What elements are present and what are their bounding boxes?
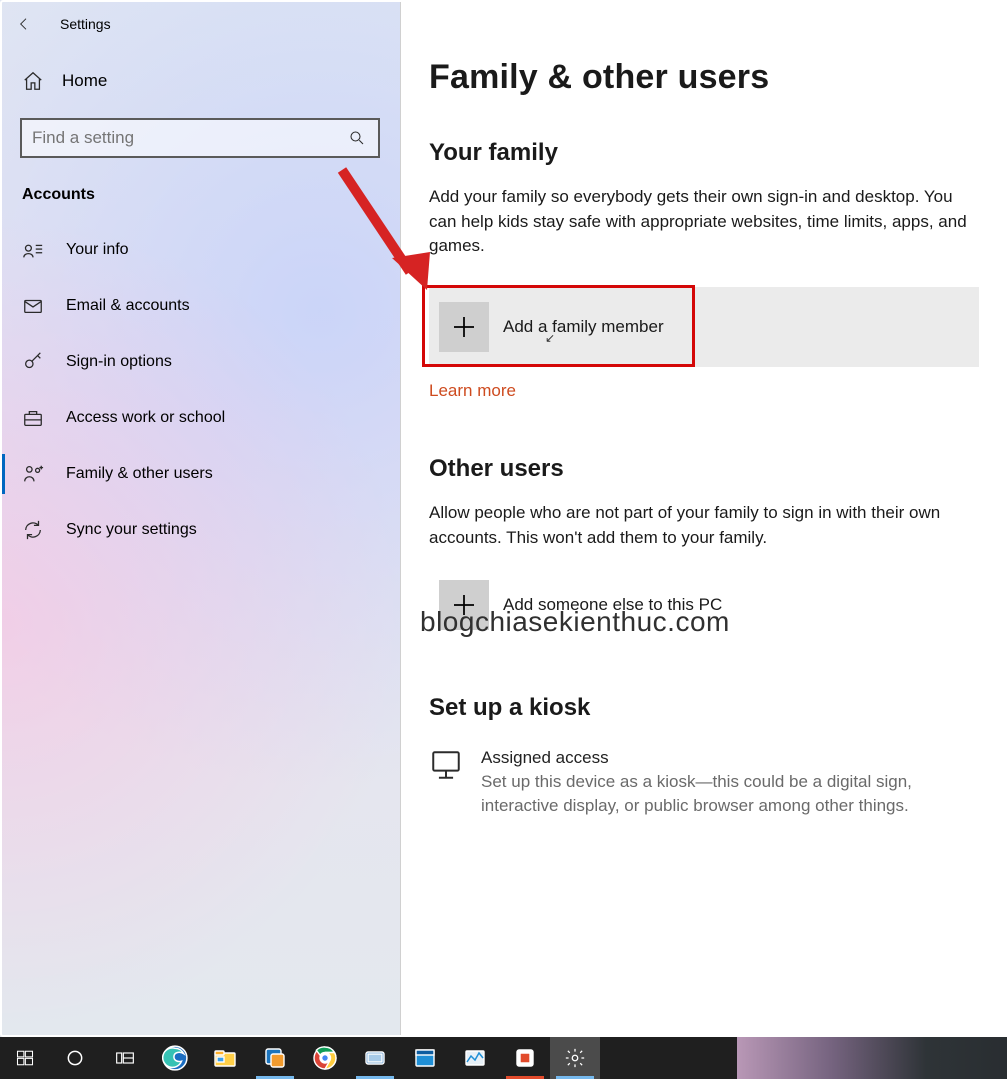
nav-label: Access work or school <box>66 409 225 427</box>
kiosk-icon <box>429 748 463 782</box>
taskbar-app-vmware[interactable] <box>250 1037 300 1079</box>
briefcase-icon <box>22 407 44 429</box>
taskbar-app-chrome[interactable] <box>300 1037 350 1079</box>
add-other-button[interactable]: Add someone else to this PC <box>429 572 979 638</box>
nav-label: Sync your settings <box>66 521 197 539</box>
kiosk-item[interactable]: Assigned access Set up this device as a … <box>429 748 979 818</box>
cortana-button[interactable] <box>50 1037 100 1079</box>
search-icon <box>346 127 368 149</box>
sync-icon <box>22 519 44 541</box>
nav-home[interactable]: Home <box>0 48 400 114</box>
learn-more-link[interactable]: Learn more <box>429 381 516 401</box>
nav-label: Family & other users <box>66 465 213 483</box>
taskbar-app-generic4[interactable] <box>500 1037 550 1079</box>
nav-label: Email & accounts <box>66 297 190 315</box>
plus-icon <box>439 302 489 352</box>
search-input[interactable] <box>32 128 346 148</box>
nav-family[interactable]: Family & other users <box>0 446 400 502</box>
nav-signin[interactable]: Sign-in options <box>0 334 400 390</box>
plus-icon <box>439 580 489 630</box>
key-icon <box>22 351 44 373</box>
user-card-icon <box>22 239 44 261</box>
titlebar: Settings <box>0 0 400 48</box>
window-title: Settings <box>60 16 111 32</box>
others-heading: Other users <box>429 455 979 483</box>
family-heading: Your family <box>429 139 979 167</box>
others-desc: Allow people who are not part of your fa… <box>429 501 979 550</box>
nav-email[interactable]: Email & accounts <box>0 278 400 334</box>
family-icon <box>22 463 44 485</box>
page-title: Family & other users <box>429 0 979 97</box>
main-content: Family & other users Your family Add you… <box>400 0 1007 1037</box>
add-other-label: Add someone else to this PC <box>503 595 722 615</box>
start-button[interactable] <box>0 1037 50 1079</box>
nav-label: Your info <box>66 241 129 259</box>
nav-your-info[interactable]: Your info <box>0 222 400 278</box>
mail-icon <box>22 295 44 317</box>
home-icon <box>22 70 44 92</box>
taskbar-app-edge[interactable] <box>150 1037 200 1079</box>
back-button[interactable] <box>16 16 32 32</box>
kiosk-heading: Set up a kiosk <box>429 694 979 722</box>
taskbar-wallpaper-peek <box>737 1037 1007 1079</box>
search-input-wrap[interactable] <box>20 118 380 158</box>
kiosk-item-desc: Set up this device as a kiosk—this could… <box>481 770 979 818</box>
add-family-label: Add a family member <box>503 317 664 337</box>
nav-sync[interactable]: Sync your settings <box>0 502 400 558</box>
taskview-button[interactable] <box>100 1037 150 1079</box>
family-desc: Add your family so everybody gets their … <box>429 185 979 259</box>
nav-home-label: Home <box>62 71 107 91</box>
settings-sidebar: Settings Home Accounts Your info Email &… <box>0 0 400 1037</box>
taskbar-app-generic2[interactable] <box>400 1037 450 1079</box>
taskbar-app-settings[interactable] <box>550 1037 600 1079</box>
taskbar <box>0 1037 1007 1079</box>
category-label: Accounts <box>0 158 400 222</box>
nav-work-school[interactable]: Access work or school <box>0 390 400 446</box>
taskbar-app-explorer[interactable] <box>200 1037 250 1079</box>
nav-label: Sign-in options <box>66 353 172 371</box>
kiosk-item-title: Assigned access <box>481 748 979 768</box>
add-family-button[interactable]: Add a family member ↙ <box>429 287 979 367</box>
taskbar-app-generic3[interactable] <box>450 1037 500 1079</box>
taskbar-app-generic1[interactable] <box>350 1037 400 1079</box>
